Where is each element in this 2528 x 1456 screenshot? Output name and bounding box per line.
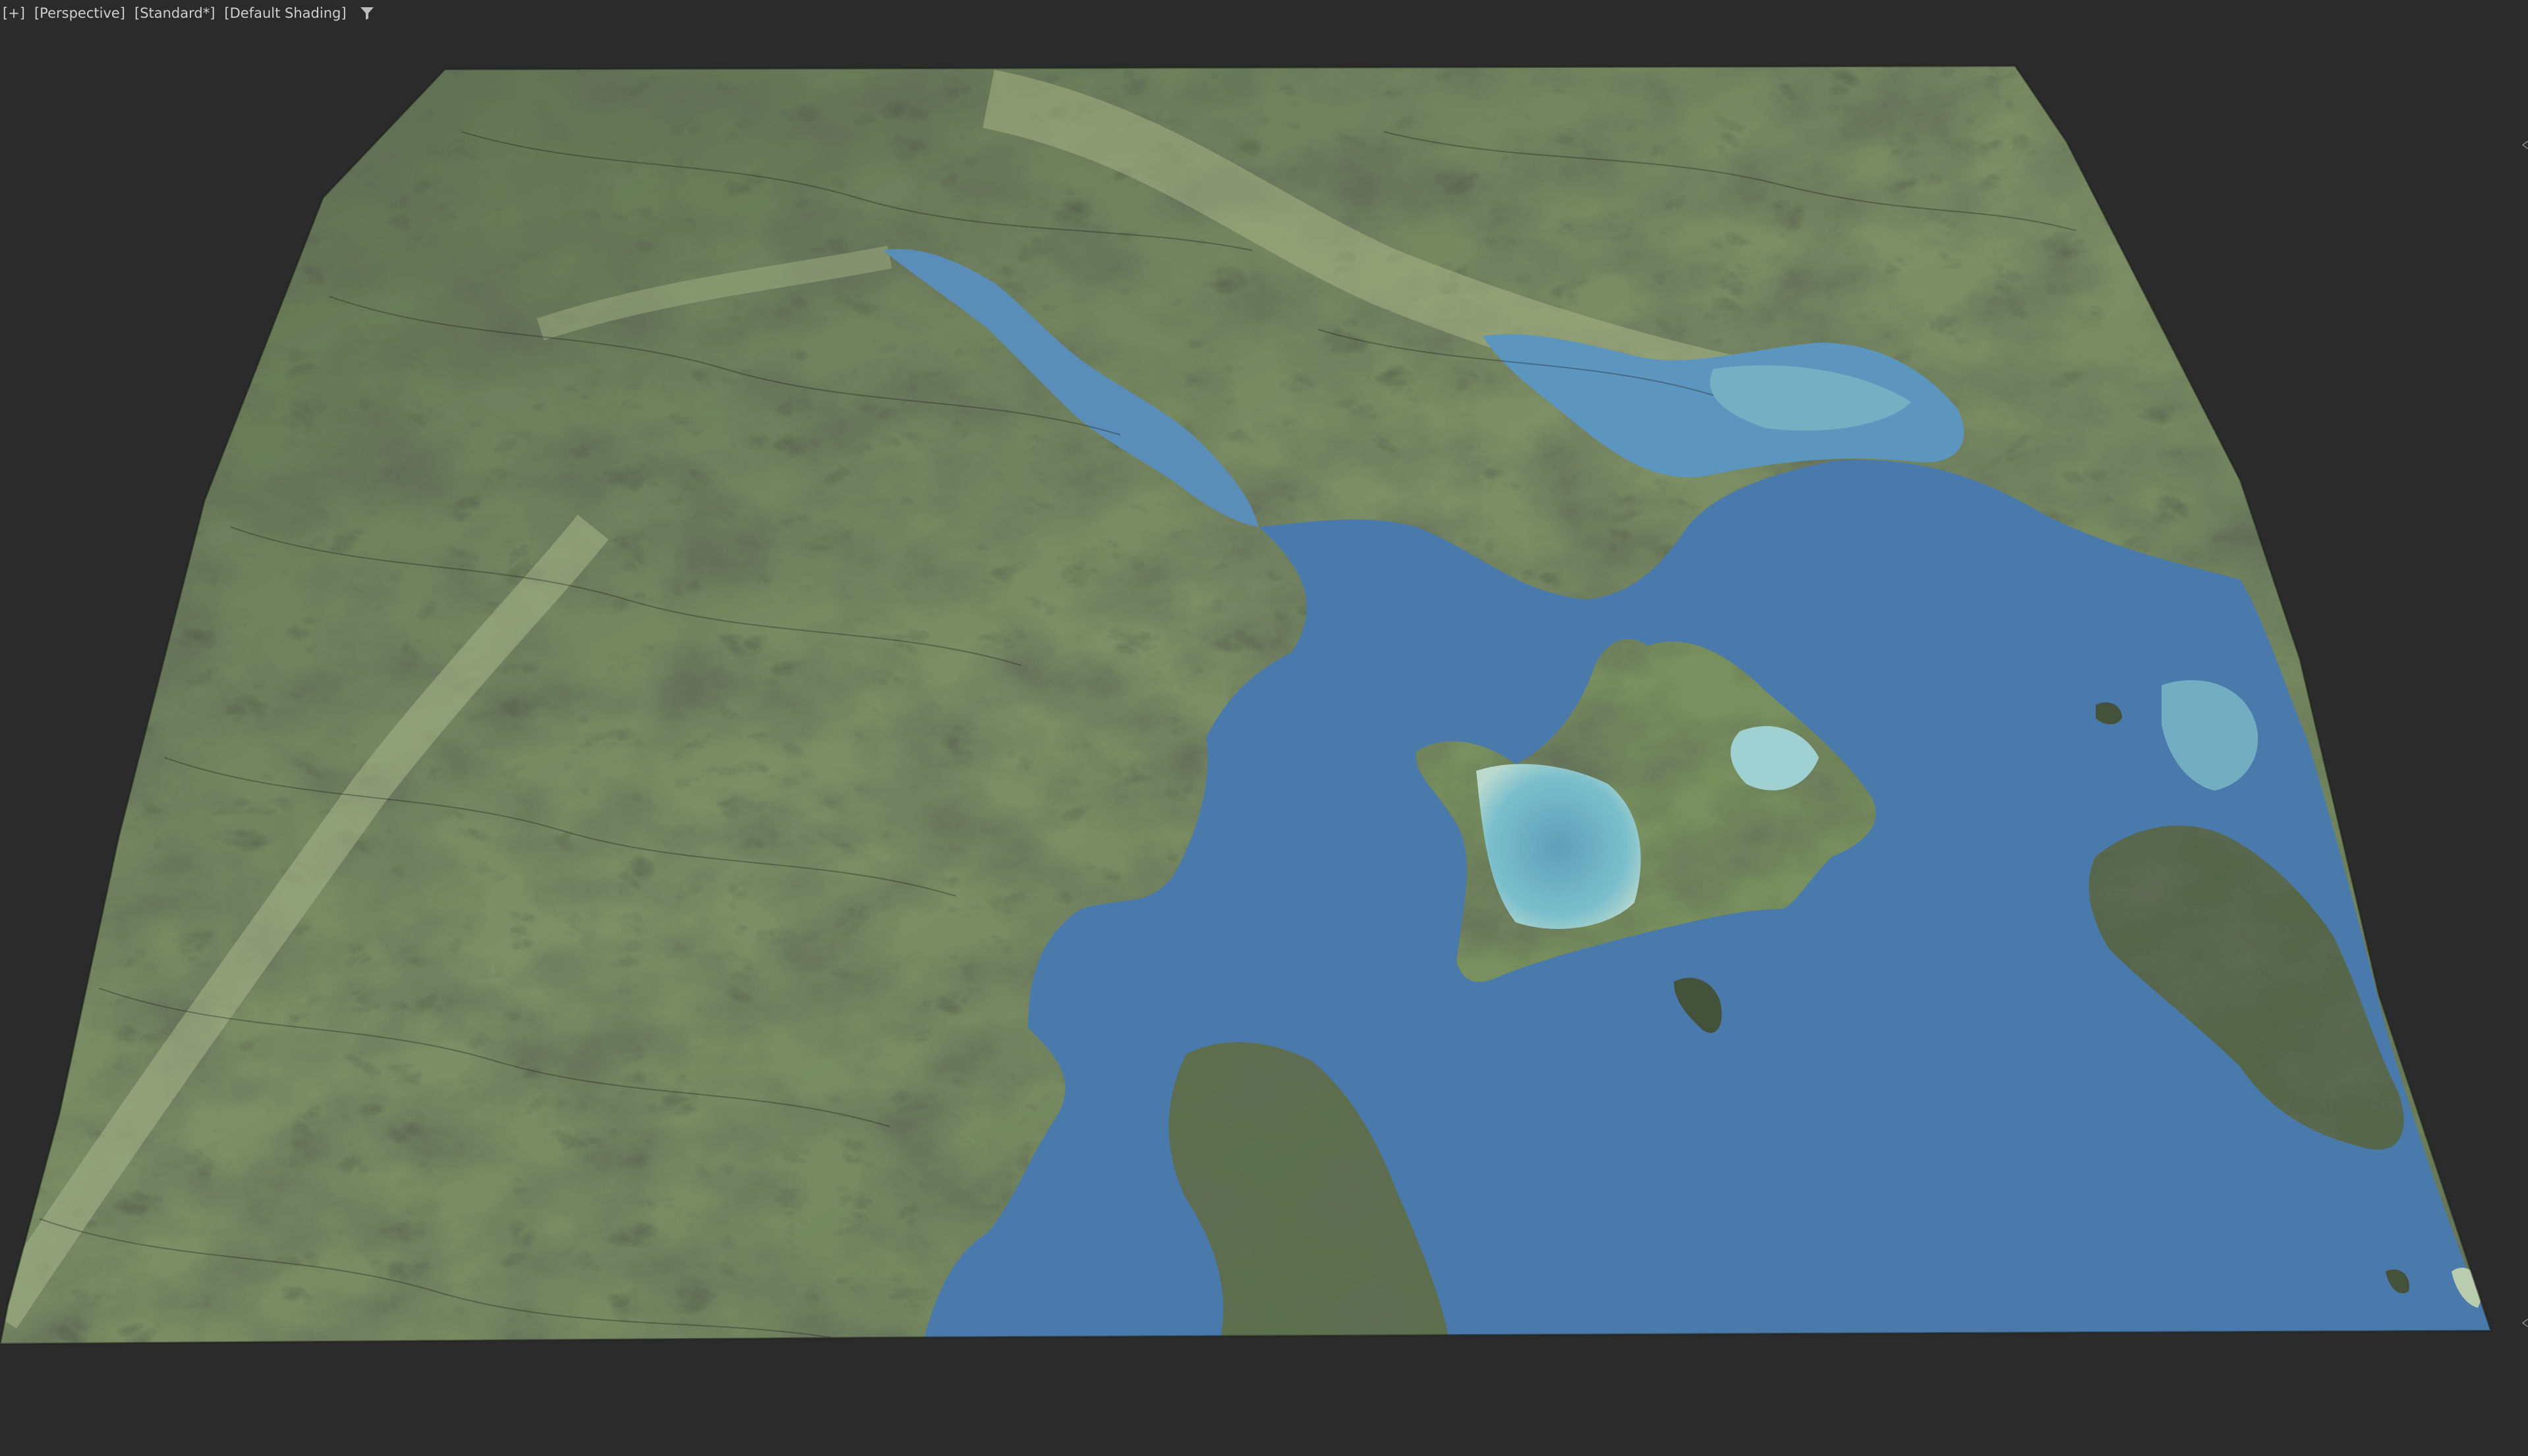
viewport-shading-menu[interactable]: [Default Shading] (224, 5, 346, 21)
viewport-edge-marker (2521, 141, 2528, 149)
filter-funnel-icon[interactable] (359, 5, 376, 22)
3d-viewport[interactable]: [+] [Perspective] [Standard*] [Default S… (0, 0, 2528, 1456)
viewport-general-menu[interactable]: [+] (3, 5, 25, 21)
viewport-pov-menu[interactable]: [Perspective] (34, 5, 125, 21)
viewport-label-bar: [+] [Perspective] [Standard*] [Default S… (0, 0, 376, 26)
terrain-render (0, 65, 2493, 1345)
viewport-preset-menu[interactable]: [Standard*] (134, 5, 215, 21)
viewport-edge-marker (2521, 1319, 2528, 1327)
